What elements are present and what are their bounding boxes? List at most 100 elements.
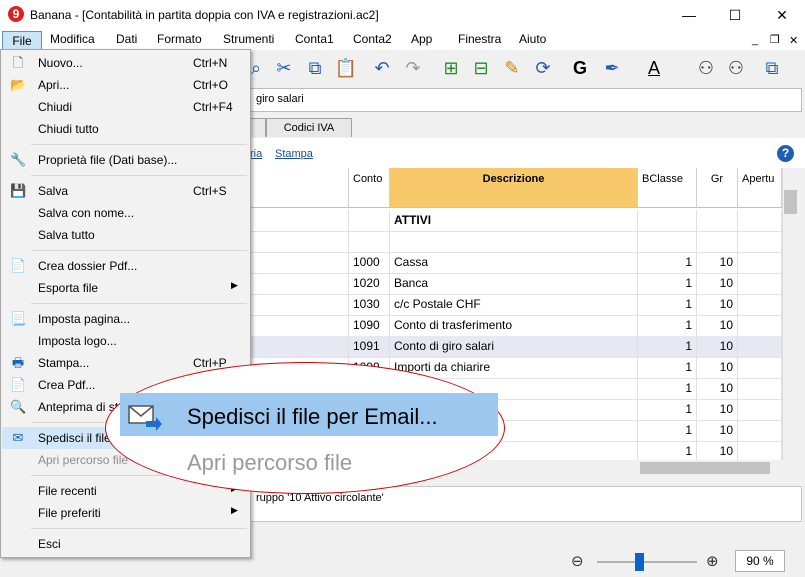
paste-icon[interactable]: 📋 <box>334 56 358 80</box>
menu-item-esporta-file[interactable]: Esporta file ▶ <box>2 277 248 299</box>
menu-conta2[interactable]: Conta2 <box>353 32 392 46</box>
cell-apertura[interactable] <box>738 399 782 420</box>
cell-bclasse[interactable]: 1 <box>638 378 697 399</box>
cell-bclasse[interactable]: 1 <box>638 294 697 315</box>
bold-icon[interactable]: G <box>568 56 592 80</box>
cell-bclasse[interactable] <box>638 231 697 252</box>
cell-bclasse[interactable]: 1 <box>638 273 697 294</box>
cell-apertura[interactable] <box>738 441 782 462</box>
menu-item-esci[interactable]: Esci <box>2 533 248 555</box>
table-row[interactable] <box>250 231 782 253</box>
menu-item-imposta-logo[interactable]: Imposta logo... <box>2 330 248 352</box>
window-switch-icon[interactable]: ⧉ <box>760 56 784 80</box>
cell-conto[interactable]: 1020 <box>349 273 390 294</box>
highlight-icon[interactable]: ✒ <box>600 56 624 80</box>
menu-conta1[interactable]: Conta1 <box>295 32 334 46</box>
cell-conto[interactable]: 1030 <box>349 294 390 315</box>
font-color-icon[interactable]: A <box>642 56 666 80</box>
cell-gr[interactable]: 10 <box>697 273 738 294</box>
menu-formato[interactable]: Formato <box>157 32 202 46</box>
cell-blank[interactable] <box>250 231 349 252</box>
cell-descrizione[interactable]: Banca <box>390 273 638 294</box>
table-row[interactable]: ATTIVI <box>250 210 782 232</box>
redo-icon[interactable]: ↷ <box>401 56 425 80</box>
menu-item-nuovo[interactable]: 🗋 Nuovo... Ctrl+N <box>2 52 248 74</box>
link-stampa[interactable]: Stampa <box>275 148 313 160</box>
table-row[interactable]: 1030 c/c Postale CHF 1 10 <box>250 294 782 316</box>
menu-app[interactable]: App <box>411 32 432 46</box>
cell-gr[interactable] <box>697 210 738 231</box>
menu-item-imposta-pagina[interactable]: 📃 Imposta pagina... <box>2 308 248 330</box>
edit-icon[interactable]: ✎ <box>500 56 524 80</box>
header-gr[interactable]: Gr <box>697 168 738 208</box>
cell-apertura[interactable] <box>738 315 782 336</box>
vertical-scrollbar-thumb[interactable] <box>784 190 797 214</box>
cell-blank[interactable] <box>250 315 349 336</box>
cell-descrizione[interactable]: Conto di giro salari <box>390 336 638 357</box>
maximize-button[interactable]: ☐ <box>712 0 758 30</box>
menu-item-chiudi[interactable]: Chiudi Ctrl+F4 <box>2 96 248 118</box>
menu-item-salva-tutto[interactable]: Salva tutto <box>2 224 248 246</box>
menu-file[interactable]: File <box>2 31 42 51</box>
menu-item-salva[interactable]: 💾 Salva Ctrl+S <box>2 180 248 202</box>
copy-icon[interactable]: ⧉ <box>303 56 327 80</box>
cell-gr[interactable]: 10 <box>697 315 738 336</box>
cell-descrizione[interactable]: c/c Postale CHF <box>390 294 638 315</box>
cell-bclasse[interactable] <box>638 210 697 231</box>
horizontal-scrollbar-thumb[interactable] <box>640 462 770 474</box>
cell-bclasse[interactable]: 1 <box>638 420 697 441</box>
header-descrizione[interactable]: Descrizione <box>390 168 638 208</box>
cell-gr[interactable]: 10 <box>697 336 738 357</box>
link-partial[interactable]: ria <box>250 148 262 160</box>
cell-conto[interactable] <box>349 231 390 252</box>
zoom-slider-thumb[interactable] <box>635 553 644 571</box>
cell-bclasse[interactable]: 1 <box>638 357 697 378</box>
table-row[interactable]: 1090 Conto di trasferimento 1 10 <box>250 315 782 337</box>
insert-rows-icon[interactable]: ⊞ <box>439 56 463 80</box>
table-row[interactable]: 1091 Conto di giro salari 1 10 <box>250 336 782 358</box>
cell-content-field[interactable] <box>250 88 802 112</box>
cell-descrizione[interactable] <box>390 231 638 252</box>
tab-previous[interactable] <box>250 118 266 137</box>
cell-gr[interactable]: 10 <box>697 399 738 420</box>
cell-gr[interactable]: 10 <box>697 441 738 462</box>
menu-item-proprieta-file[interactable]: 🔧 Proprietà file (Dati base)... <box>2 149 248 171</box>
binoculars-icon[interactable]: ⚇ <box>694 56 718 80</box>
cell-bclasse[interactable]: 1 <box>638 336 697 357</box>
menu-item-crea-dossier-pdf[interactable]: 📄 Crea dossier Pdf... <box>2 255 248 277</box>
cell-conto[interactable]: 1000 <box>349 252 390 273</box>
menu-item-apri[interactable]: 📂 Apri... Ctrl+O <box>2 74 248 96</box>
cell-descrizione[interactable]: Cassa <box>390 252 638 273</box>
find-next-icon[interactable]: ⚇ <box>724 56 748 80</box>
minimize-button[interactable]: — <box>666 0 712 30</box>
menu-dati[interactable]: Dati <box>116 32 137 46</box>
delete-rows-icon[interactable]: ⊟ <box>469 56 493 80</box>
menu-modifica[interactable]: Modifica <box>50 32 95 46</box>
menu-strumenti[interactable]: Strumenti <box>223 32 274 46</box>
menu-item-salva-con-nome[interactable]: Salva con nome... <box>2 202 248 224</box>
zoom-out-icon[interactable]: ⊖ <box>571 552 584 570</box>
zoom-in-icon[interactable]: ⊕ <box>706 552 719 570</box>
cell-blank[interactable] <box>250 336 349 357</box>
cell-blank[interactable] <box>250 294 349 315</box>
cell-blank[interactable] <box>250 252 349 273</box>
header-apertura[interactable]: Apertu <box>738 168 782 208</box>
cell-conto[interactable]: 1090 <box>349 315 390 336</box>
cell-blank[interactable] <box>250 210 349 231</box>
cell-apertura[interactable] <box>738 231 782 252</box>
cell-gr[interactable]: 10 <box>697 420 738 441</box>
mdi-restore-button[interactable]: ❐ <box>770 33 780 46</box>
cell-gr[interactable]: 10 <box>697 252 738 273</box>
table-row[interactable]: 1020 Banca 1 10 <box>250 273 782 295</box>
callout-item-spedisci[interactable]: Spedisci il file per Email... <box>187 404 438 430</box>
menu-aiuto[interactable]: Aiuto <box>519 32 546 46</box>
cell-gr[interactable]: 10 <box>697 378 738 399</box>
cell-conto[interactable]: 1091 <box>349 336 390 357</box>
header-conto[interactable]: Conto <box>349 168 390 208</box>
cell-apertura[interactable] <box>738 273 782 294</box>
cut-icon[interactable]: ✂ <box>272 56 296 80</box>
tab-codici-iva[interactable]: Codici IVA <box>266 118 352 137</box>
menu-item-chiudi-tutto[interactable]: Chiudi tutto <box>2 118 248 140</box>
cell-bclasse[interactable]: 1 <box>638 441 697 462</box>
help-icon[interactable]: ? <box>777 145 794 162</box>
